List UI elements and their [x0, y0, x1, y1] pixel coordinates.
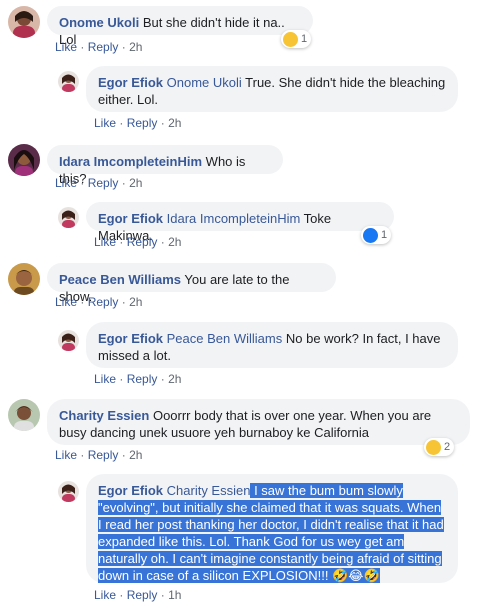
- comment-bubble: Egor Efiok Idara ImcompleteinHim Toke Ma…: [86, 202, 394, 243]
- haha-reaction-icon: [283, 31, 298, 47]
- haha-reaction-icon: [426, 439, 441, 455]
- comment-bubble: Idara ImcompleteinHim Who is this?: [47, 145, 283, 186]
- timestamp[interactable]: 2h: [129, 40, 142, 54]
- comment-bubble: Egor Efiok Charity Essien I saw the bum …: [86, 474, 458, 583]
- comment-actions: Like · Reply · 2h: [55, 448, 143, 462]
- comment-author[interactable]: Charity Essien: [59, 408, 149, 423]
- comment-actions: Like · Reply · 2h: [55, 295, 143, 309]
- timestamp[interactable]: 2h: [168, 235, 181, 249]
- avatar[interactable]: [58, 330, 79, 351]
- reaction-count[interactable]: 1: [361, 226, 392, 244]
- reply-link[interactable]: Reply: [127, 116, 158, 130]
- avatar[interactable]: [8, 144, 40, 176]
- timestamp[interactable]: 2h: [168, 372, 181, 386]
- comment-author[interactable]: Onome Ukoli: [59, 15, 139, 30]
- avatar[interactable]: [58, 71, 79, 92]
- like-link[interactable]: Like: [55, 176, 77, 190]
- comment-author[interactable]: Egor Efiok: [98, 211, 163, 226]
- comment-actions: Like · Reply · 2h: [55, 176, 143, 190]
- comment-author[interactable]: Egor Efiok: [98, 75, 163, 90]
- reply-link[interactable]: Reply: [127, 588, 158, 602]
- timestamp[interactable]: 2h: [129, 448, 142, 462]
- thumbs-up-icon: [363, 227, 378, 243]
- avatar[interactable]: [58, 207, 79, 228]
- timestamp[interactable]: 2h: [168, 116, 181, 130]
- comment-actions: Like · Reply · 2h: [94, 372, 182, 386]
- comment-bubble: Peace Ben Williams You are late to the s…: [47, 263, 336, 304]
- comment-author[interactable]: Idara ImcompleteinHim: [59, 154, 202, 169]
- comment-author[interactable]: Egor Efiok: [98, 483, 163, 498]
- timestamp[interactable]: 2h: [129, 295, 142, 309]
- comment-bubble: Egor Efiok Onome Ukoli True. She didn't …: [86, 66, 458, 112]
- avatar[interactable]: [8, 399, 40, 431]
- like-link[interactable]: Like: [94, 588, 116, 602]
- comment-bubble: Charity Essien Ooorrr body that is over …: [47, 399, 470, 445]
- comment-thread: Onome Ukoli But she didn't hide it na.. …: [0, 0, 490, 608]
- comment-bubble: Egor Efiok Peace Ben Williams No be work…: [86, 322, 458, 368]
- reply-link[interactable]: Reply: [88, 176, 119, 190]
- comment-bubble: Onome Ukoli But she didn't hide it na.. …: [47, 6, 313, 47]
- reply-link[interactable]: Reply: [127, 372, 158, 386]
- reaction-count[interactable]: 1: [281, 30, 312, 48]
- like-link[interactable]: Like: [55, 448, 77, 462]
- reply-link[interactable]: Reply: [127, 235, 158, 249]
- mention-link[interactable]: Peace Ben Williams: [167, 331, 283, 346]
- comment-actions: Like · Reply · 2h: [94, 235, 182, 249]
- reaction-count[interactable]: 2: [424, 438, 455, 456]
- avatar[interactable]: [8, 263, 40, 295]
- reply-link[interactable]: Reply: [88, 448, 119, 462]
- like-link[interactable]: Like: [94, 235, 116, 249]
- mention-link[interactable]: Idara ImcompleteinHim: [167, 211, 301, 226]
- comment-actions: Like · Reply · 2h: [94, 116, 182, 130]
- comment-actions: Like · Reply · 1h: [94, 588, 182, 602]
- mention-link[interactable]: Charity Essien: [167, 483, 251, 498]
- reply-link[interactable]: Reply: [88, 295, 119, 309]
- mention-link[interactable]: Onome Ukoli: [167, 75, 242, 90]
- comment-actions: Like · Reply · 2h: [55, 40, 143, 54]
- like-link[interactable]: Like: [94, 116, 116, 130]
- avatar[interactable]: [8, 6, 40, 38]
- comment-author[interactable]: Egor Efiok: [98, 331, 163, 346]
- like-link[interactable]: Like: [55, 40, 77, 54]
- timestamp[interactable]: 2h: [129, 176, 142, 190]
- reply-link[interactable]: Reply: [88, 40, 119, 54]
- like-link[interactable]: Like: [94, 372, 116, 386]
- like-link[interactable]: Like: [55, 295, 77, 309]
- timestamp[interactable]: 1h: [168, 588, 181, 602]
- avatar[interactable]: [58, 481, 79, 502]
- comment-text-selected: I saw the bum bum slowly "evolving", but…: [98, 483, 444, 583]
- comment-author[interactable]: Peace Ben Williams: [59, 272, 181, 287]
